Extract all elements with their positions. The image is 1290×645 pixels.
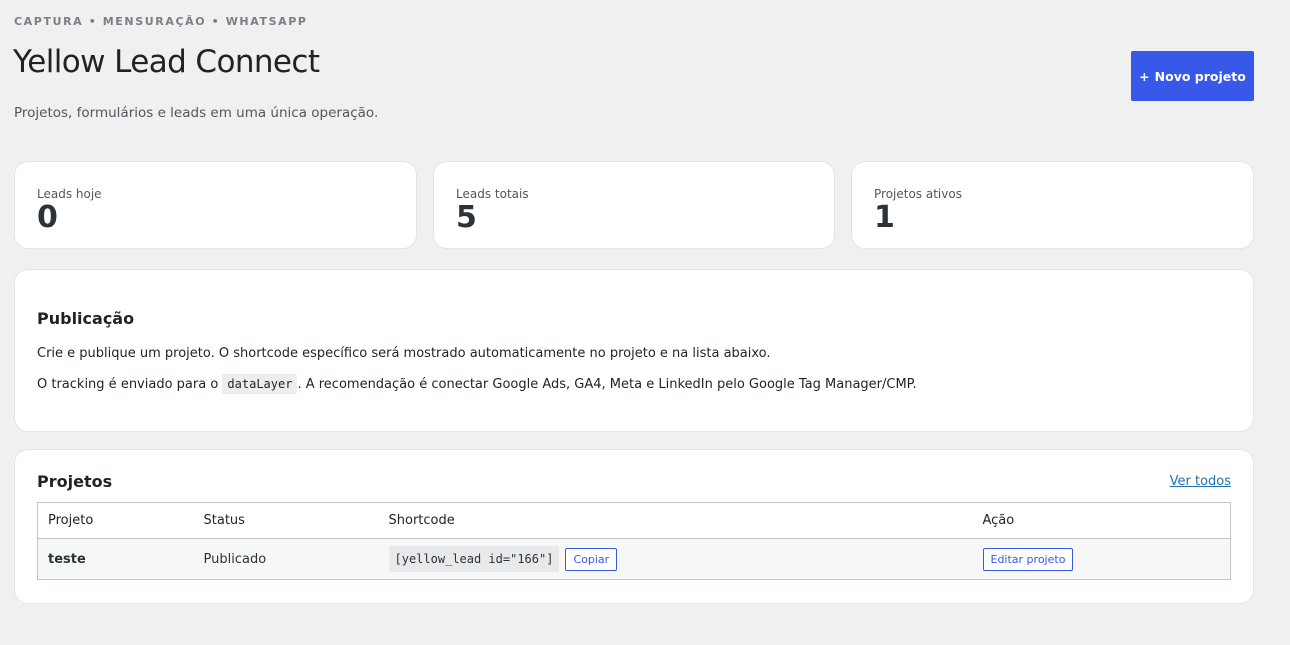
page-subtitle: Projetos, formulários e leads em uma úni…: [14, 105, 379, 121]
eyebrow-tagline: CAPTURA • MENSURAÇÃO • WHATSAPP: [14, 15, 308, 28]
view-all-link[interactable]: Ver todos: [1170, 474, 1231, 489]
column-header-project: Projeto: [37, 502, 194, 539]
plus-icon: +: [1139, 68, 1150, 84]
project-status: Publicado: [193, 538, 379, 580]
project-name: teste: [37, 538, 194, 580]
stat-value: 0: [37, 200, 58, 235]
projects-card: Projetos Ver todos Projeto Status Shortc…: [14, 449, 1254, 604]
stat-card-active-projects: Projetos ativos 1: [851, 161, 1254, 249]
column-header-action: Ação: [972, 502, 1231, 539]
stat-label: Leads totais: [456, 187, 529, 201]
stat-value: 1: [874, 200, 895, 235]
projects-table: Projeto Status Shortcode Ação teste Publ…: [37, 502, 1231, 580]
datalayer-code: dataLayer: [222, 374, 298, 394]
column-header-shortcode: Shortcode: [378, 502, 973, 539]
publication-text-1: Crie e publique um projeto. O shortcode …: [37, 346, 771, 361]
stat-label: Leads hoje: [37, 187, 102, 201]
dashboard-page: CAPTURA • MENSURAÇÃO • WHATSAPP Yellow L…: [0, 0, 1290, 645]
stat-label: Projetos ativos: [874, 187, 962, 201]
publication-title: Publicação: [37, 309, 135, 328]
stat-card-leads-total: Leads totais 5: [433, 161, 835, 249]
new-project-label: Novo projeto: [1154, 68, 1246, 84]
edit-project-button[interactable]: Editar projeto: [982, 547, 1074, 571]
stat-card-leads-today: Leads hoje 0: [14, 161, 417, 249]
projects-title: Projetos: [37, 472, 113, 491]
action-cell: Editar projeto: [972, 538, 1231, 580]
page-title: Yellow Lead Connect: [13, 44, 320, 80]
shortcode-cell: [yellow_lead id="166"] Copiar: [378, 538, 973, 580]
stat-value: 5: [456, 200, 477, 235]
publication-text-2: O tracking é enviado para o dataLayer. A…: [37, 374, 917, 394]
table-row: teste Publicado [yellow_lead id="166"] Co…: [37, 538, 1231, 580]
publication-text-2-before: O tracking é enviado para o: [37, 377, 219, 392]
new-project-button[interactable]: + Novo projeto: [1131, 51, 1254, 101]
column-header-status: Status: [193, 502, 379, 539]
publication-card: Publicação Crie e publique um projeto. O…: [14, 269, 1254, 432]
copy-shortcode-button[interactable]: Copiar: [565, 547, 618, 571]
publication-text-2-after: . A recomendação é conectar Google Ads, …: [297, 377, 917, 392]
table-header-row: Projeto Status Shortcode Ação: [37, 502, 1231, 539]
shortcode-value: [yellow_lead id="166"]: [388, 546, 560, 572]
